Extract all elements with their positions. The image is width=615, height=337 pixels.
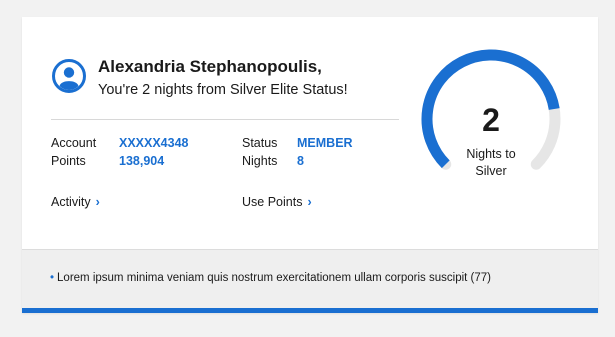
nights-gauge: 2 Nights to Silver [416,44,566,194]
footer-message: Lorem ipsum minima veniam quis nostrum e… [57,272,491,284]
points-value: 138,904 [119,154,165,168]
gauge-label: Nights to Silver [416,146,566,180]
use-points-link[interactable]: Use Points › [242,195,312,209]
gauge-label-line2: Silver [475,164,507,178]
accent-bar [22,308,598,313]
chevron-right-icon: › [307,195,312,209]
activity-link-label: Activity [51,195,91,209]
gauge-label-line1: Nights to [466,147,516,161]
status-card: Alexandria Stephanopoulis, You're 2 nigh… [22,17,598,313]
use-points-link-label: Use Points [242,195,303,209]
account-label: Account [51,136,97,150]
status-label: Status [242,136,278,150]
nights-label: Nights [242,154,278,168]
footer-notice: • Lorem ipsum minima veniam quis nostrum … [22,249,598,308]
points-label: Points [51,154,86,168]
bullet-icon: • [50,272,55,284]
user-avatar-icon [52,59,86,93]
account-value: XXXXX4348 [119,136,189,150]
status-tagline: You're 2 nights from Silver Elite Status… [98,82,348,98]
divider [51,119,399,120]
member-name: Alexandria Stephanopoulis, [98,57,322,76]
footer-text: • Lorem ipsum minima veniam quis nostrum … [50,272,491,284]
nights-value: 8 [297,154,304,168]
status-value: MEMBER [297,136,353,150]
activity-link[interactable]: Activity › [51,195,100,209]
chevron-right-icon: › [95,195,100,209]
gauge-number: 2 [482,102,500,138]
